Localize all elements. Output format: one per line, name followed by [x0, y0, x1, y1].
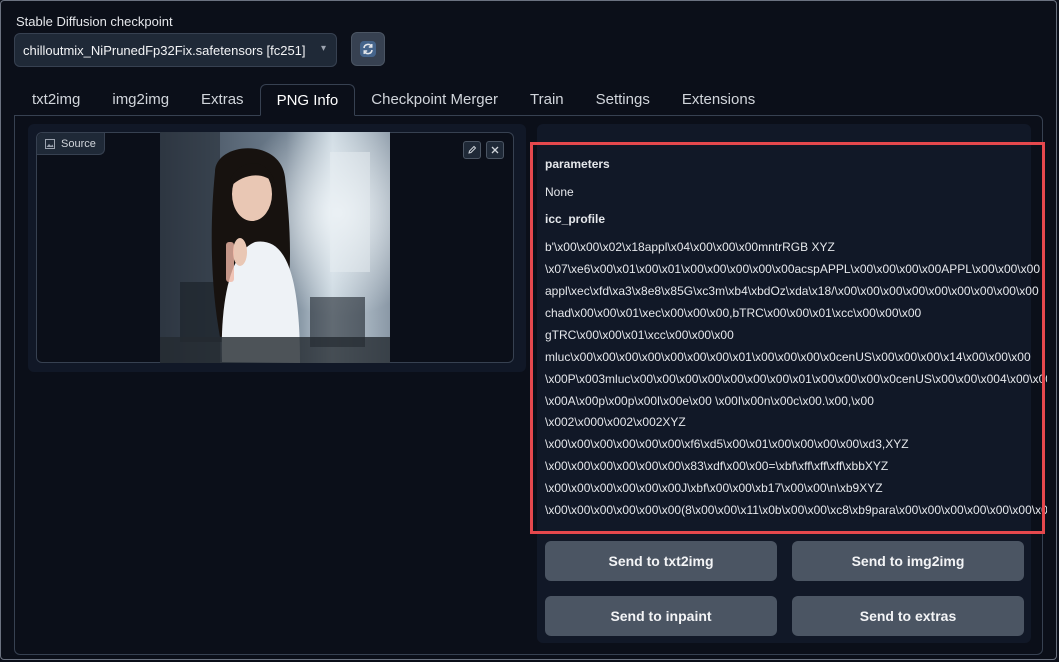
edit-button[interactable] — [463, 141, 481, 159]
checkpoint-select[interactable]: chilloutmix_NiPrunedFp32Fix.safetensors … — [14, 33, 337, 67]
icc-profile-line: \x00A\x00p\x00p\x00l\x00e\x00 \x00I\x00n… — [545, 394, 874, 408]
tab-extras[interactable]: Extras — [185, 84, 260, 116]
send-to-img2img-button[interactable]: Send to img2img — [792, 541, 1024, 581]
send-to-extras-button[interactable]: Send to extras — [792, 596, 1024, 636]
chevron-down-icon: ▾ — [320, 43, 326, 54]
source-image — [160, 132, 390, 363]
close-icon — [491, 146, 499, 154]
clear-image-button[interactable] — [486, 141, 504, 159]
tab-img2img[interactable]: img2img — [96, 84, 185, 116]
tab-settings[interactable]: Settings — [580, 84, 666, 116]
icc-profile-line: \x00\x00\x00\x00\x00\x00\xf6\xd5\x00\x01… — [545, 437, 909, 451]
source-label: Source — [37, 133, 105, 155]
icc-profile-line: \x00\x00\x00\x00\x00\x00\x83\xdf\x00\x00… — [545, 459, 889, 473]
icc-profile-line: \x00P\x003mluc\x00\x00\x00\x00\x00\x00\x… — [545, 372, 1047, 386]
tab-txt2img[interactable]: txt2img — [16, 84, 96, 116]
refresh-icon — [360, 41, 376, 57]
checkpoint-value: chilloutmix_NiPrunedFp32Fix.safetensors … — [23, 42, 306, 58]
icc-profile-line: mluc\x00\x00\x00\x00\x00\x00\x00\x01\x00… — [545, 350, 1031, 364]
send-to-txt2img-button[interactable]: Send to txt2img — [545, 541, 777, 581]
icc-profile-line: appl\xec\xfd\xa3\x8e8\x85G\xc3m\xb4\xbdO… — [545, 284, 1039, 298]
tab-extensions[interactable]: Extensions — [666, 84, 771, 116]
tab-bar: txt2img img2img Extras PNG Info Checkpoi… — [16, 84, 771, 116]
icc-profile-key: icc_profile — [545, 212, 606, 226]
tab-checkpoint-merger[interactable]: Checkpoint Merger — [355, 84, 514, 116]
icc-profile-line: b'\x00\x00\x02\x18appl\x04\x00\x00\x00mn… — [545, 240, 835, 254]
icc-profile-line: \x00\x00\x00\x00\x00\x00(8\x00\x00\x11\x… — [545, 503, 1047, 517]
icc-profile-line: gTRC\x00\x00\x01\xcc\x00\x00\x00 — [545, 328, 734, 342]
source-label-text: Source — [61, 137, 96, 150]
checkpoint-label: Stable Diffusion checkpoint — [16, 14, 173, 29]
icc-profile-line: \x00\x00\x00\x00\x00\x00J\xbf\x00\x00\xb… — [545, 481, 883, 495]
parameters-key: parameters — [545, 157, 610, 171]
image-icon — [45, 138, 55, 149]
icc-profile-line: chad\x00\x00\x01\xec\x00\x00\x00,bTRC\x0… — [545, 306, 922, 320]
refresh-button[interactable] — [351, 32, 385, 66]
parameters-value: None — [545, 185, 574, 199]
tab-png-info[interactable]: PNG Info — [259, 84, 356, 116]
icc-profile-line: \x002\x000\x002\x002XYZ — [545, 415, 686, 429]
tab-train[interactable]: Train — [514, 84, 580, 116]
icc-profile-line: \x07\xe6\x00\x01\x00\x01\x00\x00\x00\x00… — [545, 262, 1040, 276]
png-info-output: parameters None icc_profile b'\x00\x00\x… — [537, 147, 1047, 527]
edit-icon — [468, 145, 477, 154]
send-to-inpaint-button[interactable]: Send to inpaint — [545, 596, 777, 636]
